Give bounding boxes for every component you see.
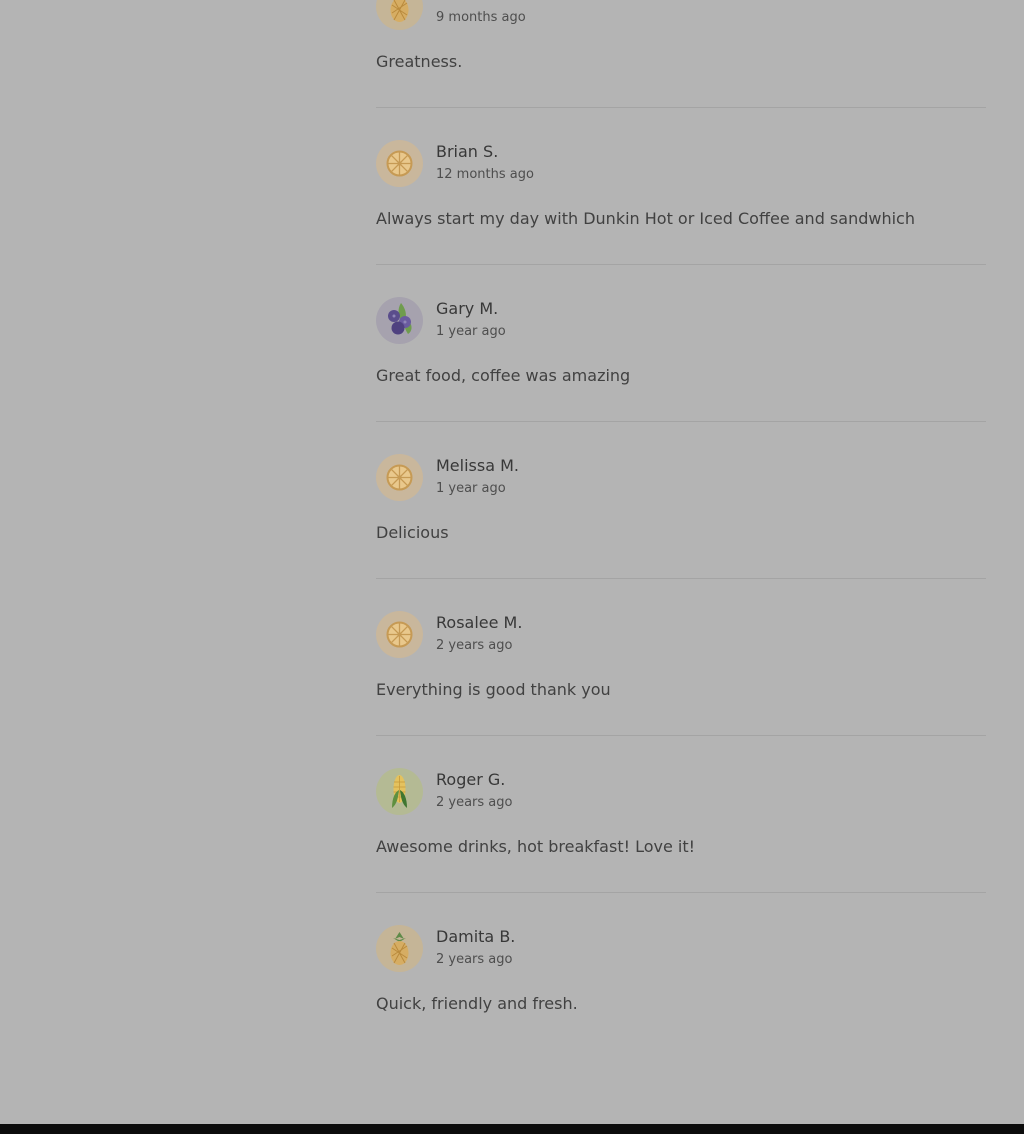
pineapple-avatar-icon bbox=[376, 0, 423, 30]
divider bbox=[376, 264, 986, 265]
review-text: Greatness. bbox=[376, 52, 463, 71]
review-time: 1 year ago bbox=[436, 481, 506, 496]
divider bbox=[376, 578, 986, 579]
pineapple-avatar-icon bbox=[376, 925, 423, 972]
review-item: Gary M. 1 year ago Great food, coffee wa… bbox=[376, 297, 986, 454]
reviewer-name: Damita B. bbox=[436, 927, 516, 946]
review-time: 12 months ago bbox=[436, 167, 534, 182]
review-item: Roger G. 2 years ago Awesome drinks, hot… bbox=[376, 768, 986, 925]
review-text: Great food, coffee was amazing bbox=[376, 366, 631, 385]
reviewer-name: Brian S. bbox=[436, 142, 499, 161]
reviewer-name: Gary M. bbox=[436, 299, 499, 318]
review-text: Delicious bbox=[376, 523, 449, 542]
review-time: 9 months ago bbox=[436, 10, 526, 25]
review-time: 2 years ago bbox=[436, 638, 513, 653]
reviewer-name: Melissa M. bbox=[436, 456, 519, 475]
review-time: 2 years ago bbox=[436, 952, 513, 967]
blueberry-avatar-icon bbox=[376, 297, 423, 344]
footer-bar bbox=[0, 1124, 1024, 1134]
divider bbox=[376, 421, 986, 422]
divider bbox=[376, 735, 986, 736]
review-text: Quick, friendly and fresh. bbox=[376, 994, 578, 1013]
review-item: 9 months ago Greatness. bbox=[376, 0, 986, 71]
review-time: 2 years ago bbox=[436, 795, 513, 810]
review-time: 1 year ago bbox=[436, 324, 506, 339]
review-text: Awesome drinks, hot breakfast! Love it! bbox=[376, 837, 696, 856]
review-text: Always start my day with Dunkin Hot or I… bbox=[376, 209, 915, 228]
review-item: Melissa M. 1 year ago Delicious bbox=[376, 454, 986, 611]
reviewer-name: Roger G. bbox=[436, 770, 506, 789]
orange-slice-avatar-icon bbox=[376, 611, 423, 658]
corn-avatar-icon bbox=[376, 768, 423, 815]
divider bbox=[376, 107, 986, 108]
review-item: Rosalee M. 2 years ago Everything is goo… bbox=[376, 611, 986, 768]
orange-slice-avatar-icon bbox=[376, 454, 423, 501]
orange-slice-avatar-icon bbox=[376, 140, 423, 187]
reviewer-name: Rosalee M. bbox=[436, 613, 523, 632]
divider bbox=[376, 892, 986, 893]
review-item: Brian S. 12 months ago Always start my d… bbox=[376, 140, 986, 297]
review-text: Everything is good thank you bbox=[376, 680, 611, 699]
review-item: Damita B. 2 years ago Quick, friendly an… bbox=[376, 925, 986, 1082]
